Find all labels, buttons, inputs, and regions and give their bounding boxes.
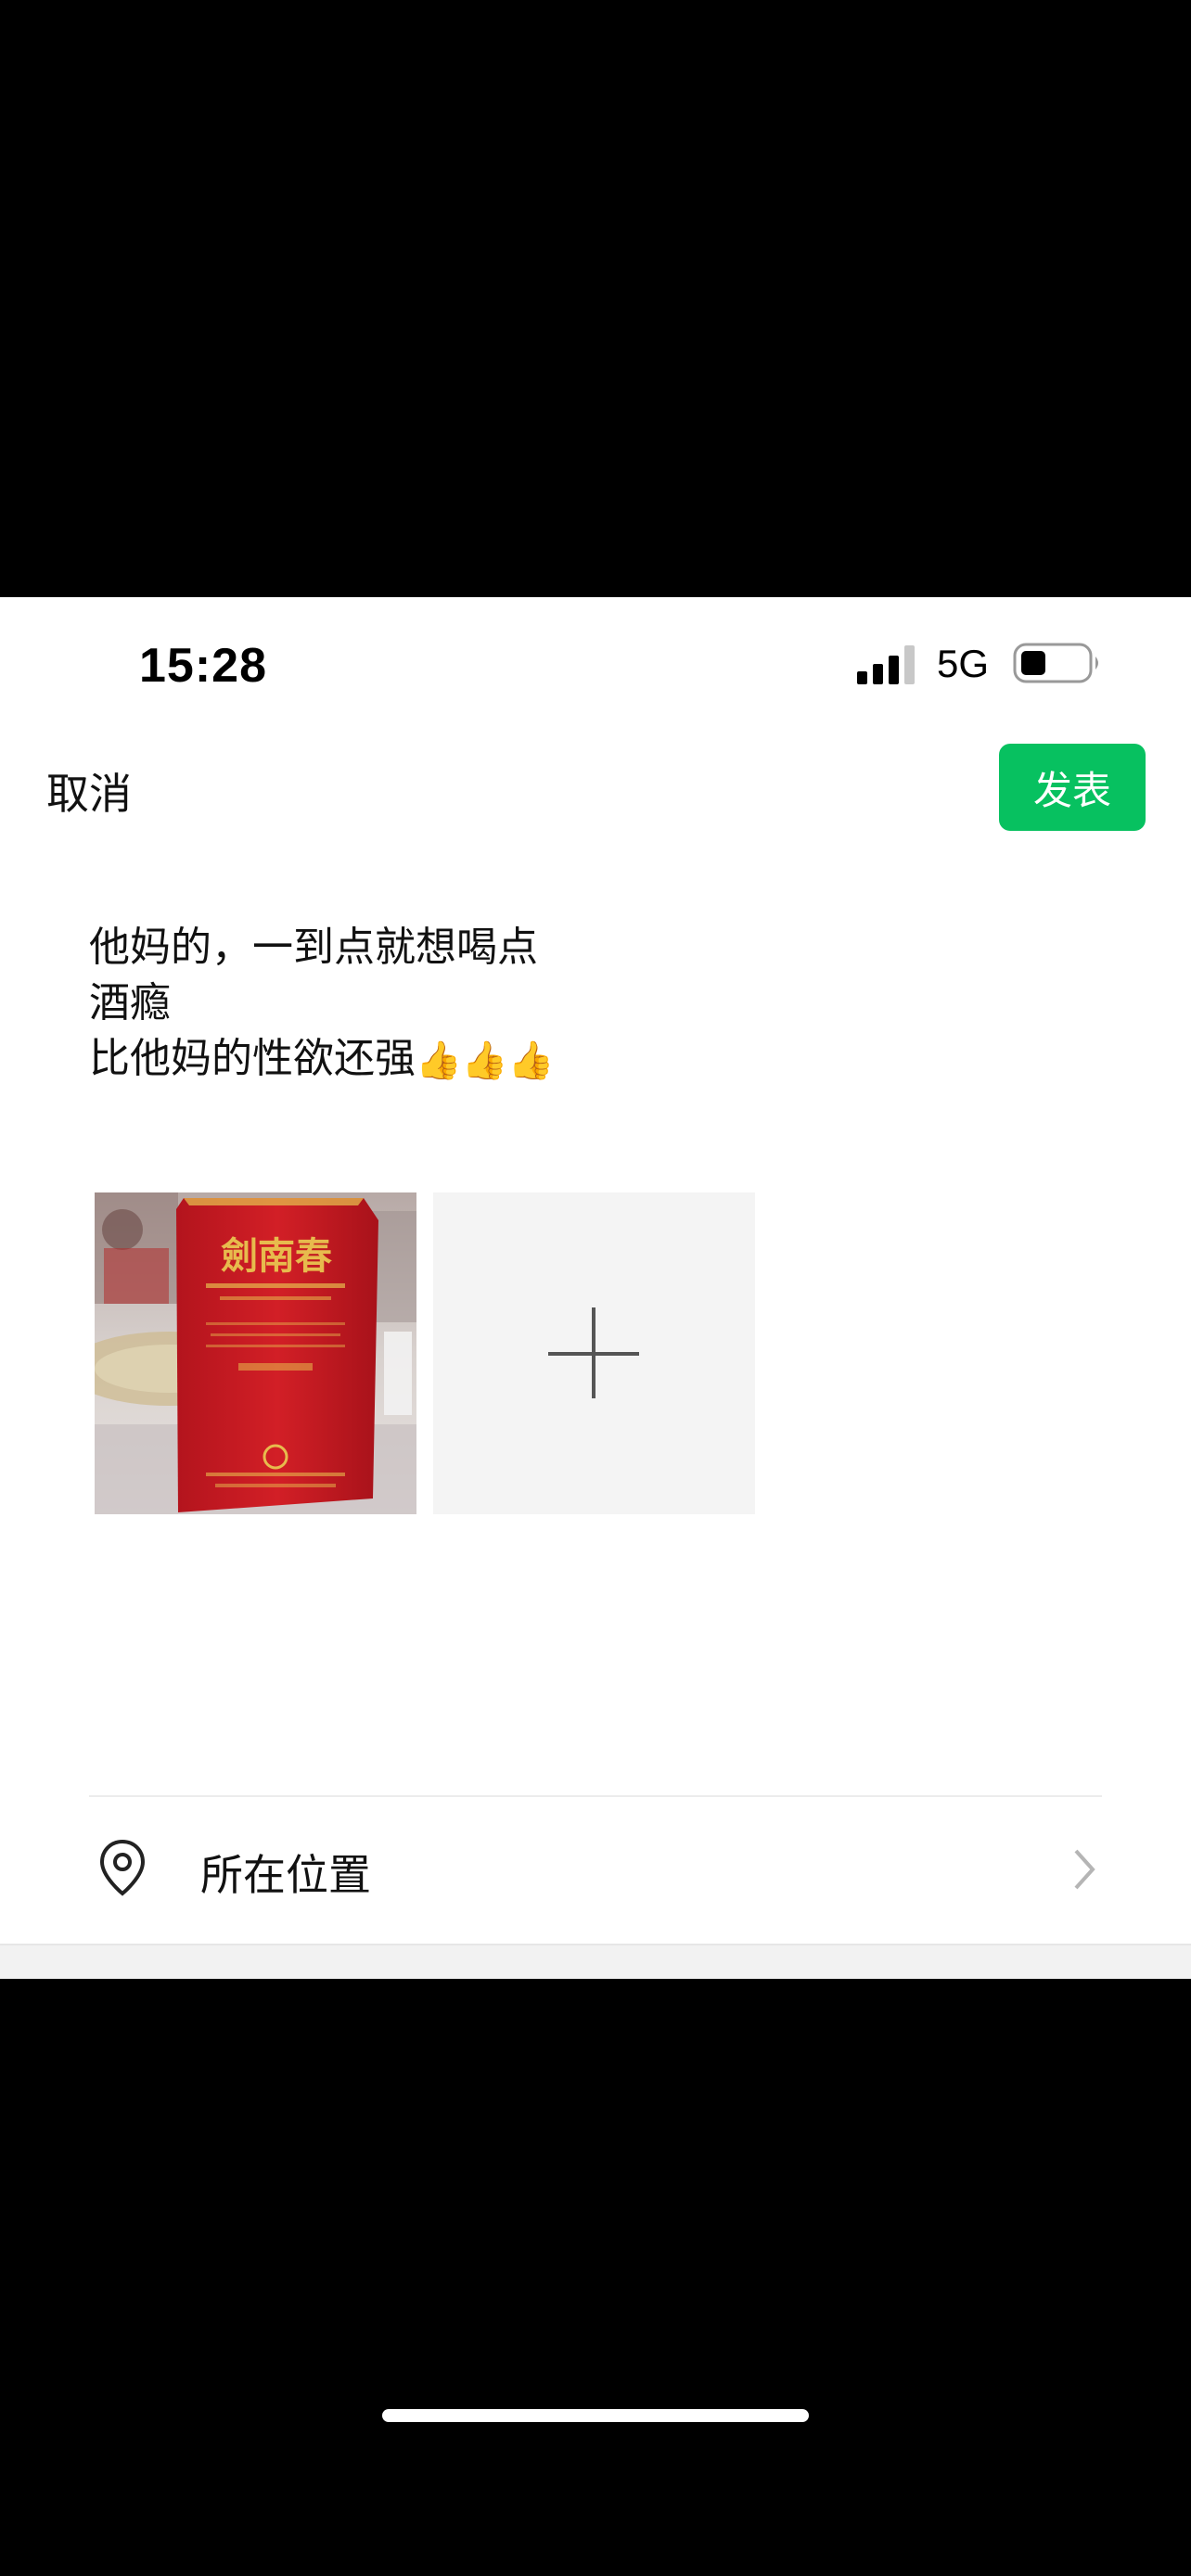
- post-text-line-content: 比他妈的性欲还强: [89, 1035, 416, 1082]
- post-text-line: 比他妈的性欲还强👍👍👍: [89, 1031, 924, 1089]
- bottom-letterbox: [0, 1979, 1191, 2576]
- battery-icon: [1013, 643, 1098, 683]
- selected-photo-thumbnail[interactable]: 劍南春: [95, 1192, 416, 1514]
- post-text-line: 酒瘾: [89, 979, 171, 1027]
- plus-icon: [592, 1307, 596, 1398]
- status-time: 15:28: [139, 639, 267, 693]
- photo-image: 劍南春: [95, 1192, 416, 1514]
- location-label: 所在位置: [200, 1850, 371, 1900]
- post-text-line: 他妈的，一到点就想喝点: [89, 924, 538, 971]
- publish-button[interactable]: 发表: [999, 744, 1146, 831]
- top-letterbox: [0, 0, 1191, 597]
- network-type: 5G: [937, 642, 990, 685]
- wechat-moments-compose-screen: 15:28 5G 取消 发表 他妈的，一到点就想喝点 酒瘾 比他妈的性欲还强👍👍…: [0, 597, 1191, 1981]
- location-row[interactable]: 所在位置: [89, 1797, 1102, 1936]
- location-pin-icon: [99, 1839, 146, 1896]
- thumbs-up-emoji: 👍👍👍: [416, 1039, 555, 1082]
- post-text-input[interactable]: 他妈的，一到点就想喝点 酒瘾 比他妈的性欲还强👍👍👍: [89, 920, 924, 1089]
- home-indicator[interactable]: [382, 2409, 809, 2422]
- photo-brand-text: 劍南春: [221, 1234, 332, 1278]
- chevron-right-icon: [1074, 1849, 1095, 1890]
- add-photo-button[interactable]: [433, 1192, 755, 1514]
- bottom-separator: [0, 1944, 1191, 1981]
- signal-icon: [857, 645, 915, 684]
- cancel-button[interactable]: 取消: [46, 760, 132, 822]
